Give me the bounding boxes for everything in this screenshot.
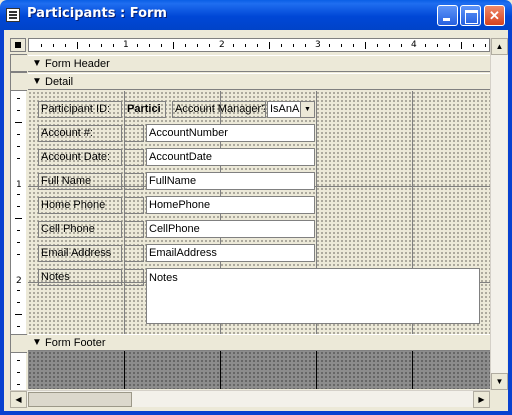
home-phone-label[interactable]: Home Phone	[38, 197, 122, 214]
ruler-label: 3	[315, 40, 321, 50]
form-icon[interactable]	[6, 8, 20, 22]
ruler-label: 4	[411, 40, 417, 50]
account-manager-value: IsAnA	[270, 103, 300, 115]
form-header-bar[interactable]: ▼ Form Header	[28, 55, 490, 72]
full-name-field[interactable]: FullName	[146, 172, 315, 190]
scroll-right-icon[interactable]: ▶	[473, 391, 490, 408]
move-handle[interactable]	[124, 149, 144, 166]
email-address-field[interactable]: EmailAddress	[146, 244, 315, 262]
form-selector[interactable]	[10, 38, 26, 52]
cell-phone-label[interactable]: Cell Phone	[38, 221, 122, 238]
move-handle[interactable]	[124, 221, 144, 238]
vertical-ruler[interactable]: 1 2	[10, 54, 27, 390]
form-footer-label: Form Footer	[45, 337, 106, 349]
move-handle[interactable]	[124, 173, 144, 190]
email-address-label[interactable]: Email Address	[38, 245, 122, 262]
scroll-up-icon[interactable]: ▲	[491, 38, 508, 55]
move-handle[interactable]	[124, 197, 144, 214]
account-date-label[interactable]: Account Date:	[38, 149, 122, 166]
section-arrow-icon: ▼	[32, 337, 42, 348]
window-title: Participants : Form	[27, 6, 167, 21]
minimize-button[interactable]	[437, 5, 458, 26]
horizontal-scrollbar[interactable]: ◀ ▶	[10, 390, 490, 408]
notes-field[interactable]: Notes	[146, 268, 480, 324]
participant-id-field[interactable]: Partici	[124, 101, 166, 118]
home-phone-field[interactable]: HomePhone	[146, 196, 315, 214]
detail-label: Detail	[45, 76, 74, 88]
section-arrow-icon: ▼	[32, 58, 42, 69]
account-manager-label[interactable]: Account Manager?	[172, 101, 266, 118]
cell-phone-field[interactable]: CellPhone	[146, 220, 315, 238]
ruler-label: 2	[219, 40, 225, 50]
ruler-label: 1	[123, 40, 129, 50]
form-footer-section[interactable]	[28, 351, 490, 389]
account-manager-combo[interactable]: IsAnA ▼	[267, 101, 315, 118]
full-name-label[interactable]: Full Name	[38, 173, 122, 190]
scroll-left-icon[interactable]: ◀	[10, 391, 27, 408]
move-handle[interactable]	[124, 245, 144, 262]
scroll-down-icon[interactable]: ▼	[491, 373, 508, 390]
detail-bar[interactable]: ▼ Detail	[28, 73, 490, 90]
move-handle[interactable]	[124, 125, 144, 142]
form-header-label: Form Header	[45, 58, 110, 70]
horizontal-ruler[interactable]: 1 2 3 4	[28, 38, 490, 52]
section-arrow-icon: ▼	[32, 76, 42, 87]
maximize-button[interactable]	[460, 5, 481, 26]
account-number-field[interactable]: AccountNumber	[146, 124, 315, 142]
ruler-label: 2	[16, 276, 22, 286]
account-date-field[interactable]: AccountDate	[146, 148, 315, 166]
scroll-thumb[interactable]	[28, 392, 132, 407]
title-bar[interactable]: Participants : Form	[0, 0, 512, 30]
chevron-down-icon[interactable]: ▼	[300, 102, 314, 117]
ruler-label: 1	[16, 180, 22, 190]
size-grip[interactable]	[490, 390, 507, 407]
vertical-scrollbar[interactable]: ▲ ▼	[490, 38, 508, 390]
notes-label[interactable]: Notes	[38, 269, 122, 286]
participant-id-label[interactable]: Participant ID:	[38, 101, 122, 118]
account-number-label[interactable]: Account #:	[38, 125, 122, 142]
form-footer-bar[interactable]: ▼ Form Footer	[28, 334, 490, 351]
close-button[interactable]	[484, 5, 505, 26]
move-handle[interactable]	[124, 269, 144, 286]
